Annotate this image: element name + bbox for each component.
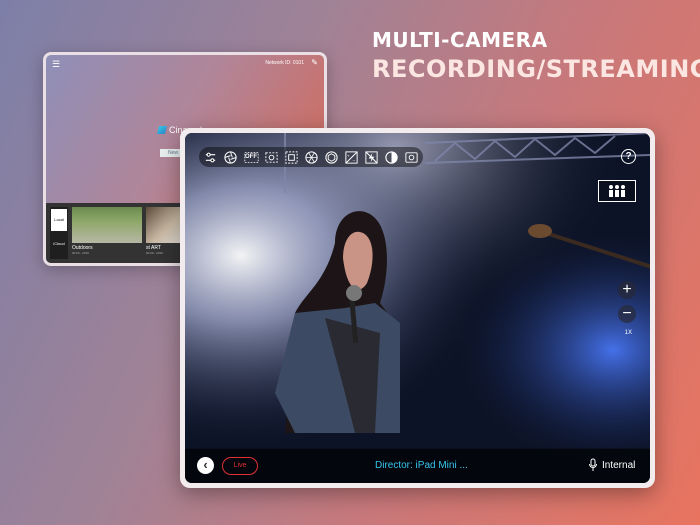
multicam-view-button[interactable]: [598, 180, 636, 202]
project-subtitle: 00:00 - 2019: [72, 251, 89, 255]
shutter-icon[interactable]: [303, 149, 320, 166]
bottom-bar: ‹ Live Director: iPad Mini ... Internal: [185, 449, 650, 483]
aperture-icon[interactable]: [222, 149, 239, 166]
off-label: OFF: [245, 154, 257, 160]
camera-preview[interactable]: OFF + − ? + − 1X ‹ Live Director: iPad M…: [185, 133, 650, 483]
svg-text:+: +: [347, 153, 350, 158]
iris-icon[interactable]: [323, 149, 340, 166]
front-tablet: OFF + − ? + − 1X ‹ Live Director: iPad M…: [180, 128, 655, 488]
focus-frame-icon[interactable]: [283, 149, 300, 166]
off-toggle[interactable]: OFF: [242, 149, 260, 166]
exposure-compensation-icon[interactable]: + −: [343, 149, 360, 166]
back-button[interactable]: ‹: [197, 457, 214, 474]
svg-text:−: −: [352, 158, 355, 163]
project-thumbnail: [72, 207, 142, 243]
hamburger-menu-icon[interactable]: ☰: [52, 59, 60, 70]
promo-title: MULTI-CAMERA: [372, 28, 548, 52]
audio-source-label[interactable]: Internal: [602, 460, 635, 471]
project-card[interactable]: Outdoors 00:00 - 2019: [72, 207, 142, 259]
tab-icloud[interactable]: iCloud: [51, 233, 67, 255]
network-id: Network ID: 0101: [265, 60, 304, 66]
no-flash-icon[interactable]: [363, 149, 380, 166]
zoom-in-button[interactable]: +: [618, 281, 636, 299]
zoom-out-button[interactable]: −: [618, 305, 636, 323]
edit-pencil-icon[interactable]: ✎: [311, 58, 318, 67]
contrast-icon[interactable]: [383, 149, 400, 166]
director-link[interactable]: Director: iPad Mini ...: [375, 460, 468, 471]
concert-scene-image: [185, 133, 650, 483]
tab-local[interactable]: Local: [51, 209, 67, 231]
help-button[interactable]: ?: [621, 149, 636, 164]
promo-subtitle: RECORDING/STREAMING: [372, 55, 700, 83]
camera-switch-icon[interactable]: [403, 149, 420, 166]
zoom-level: 1X: [624, 330, 632, 336]
multicam-people-icon: [609, 185, 625, 197]
logo-mark-icon: [156, 126, 168, 134]
settings-sliders-icon[interactable]: [202, 149, 219, 166]
exposure-lock-icon[interactable]: [263, 149, 280, 166]
library-tabs: Local iCloud: [50, 207, 68, 259]
live-button[interactable]: Live: [222, 457, 258, 475]
microphone-icon: [589, 458, 597, 471]
camera-toolbar: OFF + −: [199, 147, 423, 167]
